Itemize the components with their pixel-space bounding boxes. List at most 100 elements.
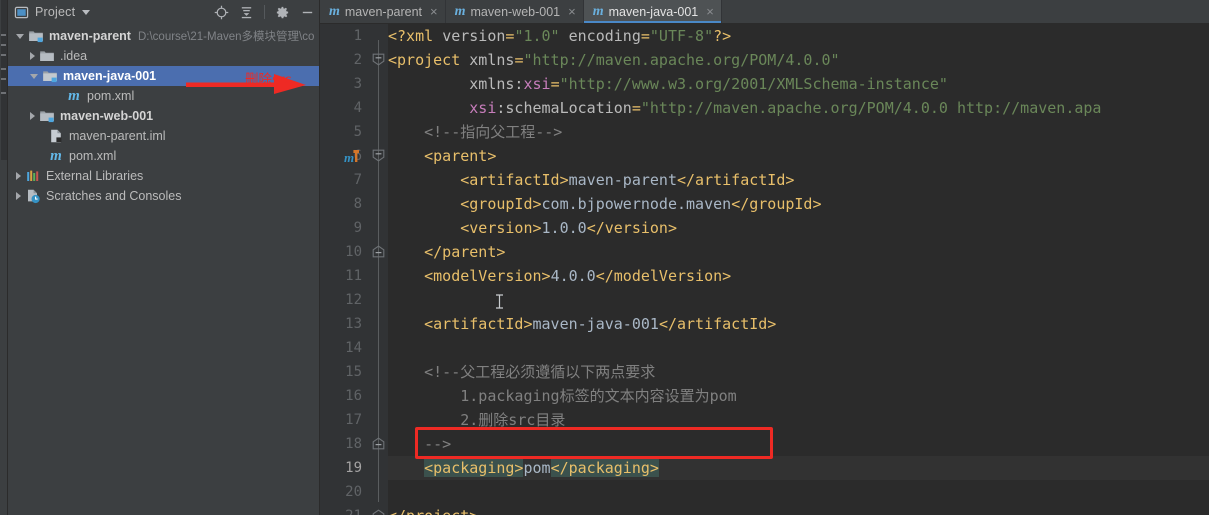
fold-marker-end[interactable] — [372, 437, 385, 450]
close-icon[interactable]: × — [568, 5, 576, 18]
tab-maven-java-001[interactable]: m maven-java-001 × — [583, 0, 722, 23]
tree-item-external-libraries[interactable]: External Libraries — [8, 166, 319, 186]
chevron-right-icon[interactable] — [16, 172, 21, 180]
close-icon[interactable]: × — [706, 5, 714, 18]
line-number: 7 — [353, 172, 362, 188]
tree-item-maven-web-001[interactable]: maven-web-001 — [8, 106, 319, 126]
code-line: 14 — [320, 336, 1209, 360]
code-line: 13 <artifactId>maven-java-001</artifactI… — [320, 312, 1209, 336]
tree-item-maven-parent-iml[interactable]: maven-parent.iml — [8, 126, 319, 146]
code-line: 15 <!--父工程必须遵循以下两点要求 — [320, 360, 1209, 384]
tab-maven-web-001[interactable]: m maven-web-001 × — [446, 0, 584, 23]
line-number: 4 — [353, 100, 362, 116]
chevron-right-icon[interactable] — [30, 112, 35, 120]
tree-item-label: maven-web-001 — [60, 109, 154, 123]
strip-sliver — [1, 0, 7, 160]
chevron-down-icon[interactable] — [30, 73, 38, 79]
code-line: 6 m <parent> — [320, 144, 1209, 168]
tree-item-label: pom.xml — [69, 149, 117, 163]
tree-item-label: maven-parent.iml — [69, 129, 166, 143]
line-number: 21 — [320, 504, 362, 515]
tree-item-idea[interactable]: .idea — [8, 46, 319, 66]
fold-marker-expanded[interactable] — [372, 53, 385, 66]
line-number: 20 — [345, 484, 362, 500]
tree-item-scratches-and-consoles[interactable]: Scratches and Consoles — [8, 186, 319, 206]
code-editor[interactable]: 1 <?xml version="1.0" encoding="UTF-8"?>… — [320, 24, 1209, 515]
chevron-right-icon[interactable] — [16, 192, 21, 200]
project-panel-header: Project — [8, 0, 319, 24]
fold-marker-end[interactable] — [372, 245, 385, 258]
chevron-right-icon[interactable] — [30, 52, 35, 60]
hide-panel-icon[interactable] — [300, 5, 315, 20]
line-number: 13 — [345, 316, 362, 332]
module-folder-icon — [39, 108, 55, 124]
code-line: 9 <version>1.0.0</version> — [320, 216, 1209, 240]
maven-reimport-icon[interactable]: m — [344, 148, 362, 165]
code-line: 20 — [320, 480, 1209, 504]
tree-item-maven-parent[interactable]: maven-parent D:\course\21-Maven多模块管理\co — [8, 26, 319, 46]
maven-file-icon: m — [592, 3, 604, 19]
code-line: 10 </parent> — [320, 240, 1209, 264]
project-panel: Project maven-parent D:\course\21-Maven多… — [8, 0, 320, 515]
tree-item-label: pom.xml — [87, 89, 135, 103]
editor-tab-bar: m maven-parent × m maven-web-001 × m mav… — [320, 0, 1209, 24]
idea-window: Project maven-parent D:\course\21-Maven多… — [0, 0, 1209, 515]
line-number: 12 — [345, 292, 362, 308]
editor-area: m maven-parent × m maven-web-001 × m mav… — [320, 0, 1209, 515]
tree-item-label: External Libraries — [46, 169, 144, 183]
project-tree: maven-parent D:\course\21-Maven多模块管理\co … — [8, 24, 319, 206]
line-number: 2 — [353, 52, 362, 68]
tree-item-label: maven-parent — [49, 29, 131, 43]
toolbar-divider — [264, 5, 265, 19]
settings-gear-icon[interactable] — [275, 5, 290, 20]
project-panel-toolbar — [214, 0, 315, 24]
line-number: 9 — [353, 220, 362, 236]
code-line: 1 <?xml version="1.0" encoding="UTF-8"?> — [320, 24, 1209, 48]
tree-item-pom-xml-root[interactable]: m pom.xml — [8, 146, 319, 166]
code-line: 12 — [320, 288, 1209, 312]
line-number: 17 — [345, 412, 362, 428]
module-folder-icon — [42, 68, 58, 84]
project-panel-title: Project — [35, 5, 76, 19]
annotation-label: 删除src — [245, 72, 292, 88]
fold-marker-expanded[interactable] — [372, 149, 385, 162]
code-line: 11 <modelVersion>4.0.0</modelVersion> — [320, 264, 1209, 288]
maven-file-icon: m — [50, 148, 62, 164]
fold-marker-end[interactable] — [372, 509, 385, 515]
collapse-all-icon[interactable] — [239, 5, 254, 20]
line-number: 1 — [353, 28, 362, 44]
maven-file-icon: m — [329, 3, 340, 19]
strip-tick — [1, 34, 6, 36]
chevron-down-icon[interactable] — [16, 33, 24, 39]
strip-tick — [1, 68, 6, 70]
project-path: D:\course\21-Maven多模块管理\co — [137, 31, 314, 43]
tab-label: maven-parent — [344, 4, 423, 19]
tool-window-strip[interactable] — [0, 0, 8, 515]
strip-tick — [1, 92, 6, 94]
maven-file-icon: m — [454, 3, 466, 19]
locate-icon[interactable] — [214, 5, 229, 20]
tree-item-label: maven-java-001 — [63, 69, 157, 83]
code-line: 2 <project xmlns="http://maven.apache.or… — [320, 48, 1209, 72]
chevron-down-icon[interactable] — [82, 9, 91, 15]
strip-tick — [1, 54, 6, 56]
code-line: 16 1.packaging标签的文本内容设置为pom — [320, 384, 1209, 408]
line-number: 11 — [345, 268, 362, 284]
tab-label: maven-web-001 — [470, 4, 561, 19]
code-line-current: 19 <packaging>pom</packaging> — [320, 456, 1209, 480]
tab-maven-parent[interactable]: m maven-parent × — [320, 0, 446, 23]
close-icon[interactable]: × — [430, 5, 438, 18]
text-cursor-icon — [495, 292, 504, 309]
scratches-icon — [25, 188, 41, 204]
code-line: 18 --> — [320, 432, 1209, 456]
maven-file-icon: m — [68, 88, 80, 104]
code-line: 3 xmlns:xsi="http://www.w3.org/2001/XMLS… — [320, 72, 1209, 96]
code-lines: 1 <?xml version="1.0" encoding="UTF-8"?>… — [320, 24, 1209, 515]
project-view-icon — [14, 5, 29, 20]
code-line: 21 </project> — [320, 504, 1209, 515]
libraries-icon — [25, 168, 41, 184]
line-number: 14 — [345, 340, 362, 356]
code-line: 8 <groupId>com.bjpowernode.maven</groupI… — [320, 192, 1209, 216]
line-number: 3 — [353, 76, 362, 92]
tree-item-label: .idea — [60, 49, 88, 63]
